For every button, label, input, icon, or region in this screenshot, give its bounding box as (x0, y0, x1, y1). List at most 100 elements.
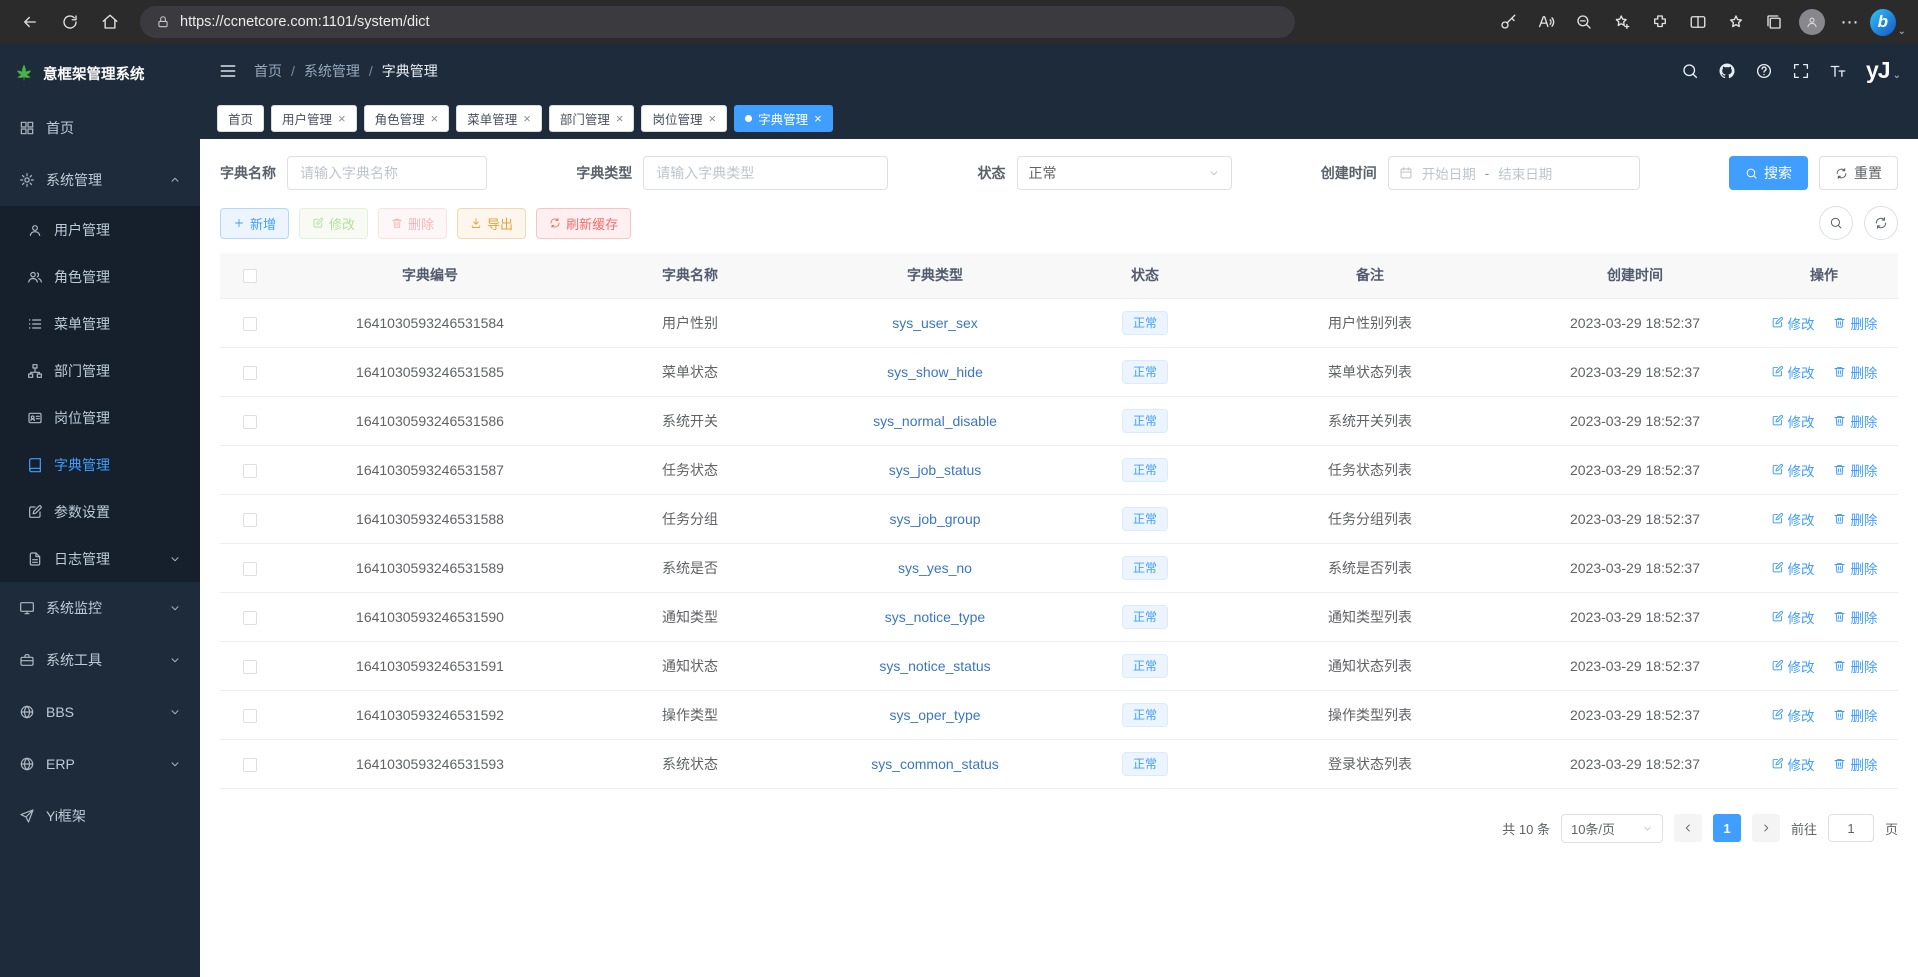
row-edit-button[interactable]: 修改 (1771, 558, 1815, 578)
zoom-button[interactable] (1566, 5, 1602, 39)
close-icon[interactable]: × (708, 112, 716, 125)
split-screen-button[interactable] (1680, 5, 1716, 39)
sidebar-item-menus[interactable]: 菜单管理 (0, 300, 200, 347)
row-delete-button[interactable]: 删除 (1833, 362, 1877, 382)
row-checkbox[interactable] (243, 317, 257, 331)
dict-type-link[interactable]: sys_notice_status (879, 658, 990, 674)
sidebar-item-bbs[interactable]: BBS (0, 686, 200, 738)
user-logo[interactable]: yJ ⌄ (1866, 59, 1900, 82)
tab-roles[interactable]: 角色管理 × (364, 105, 450, 132)
sidebar-item-dictionary[interactable]: 字典管理 (0, 441, 200, 488)
sidebar-item-positions[interactable]: 岗位管理 (0, 394, 200, 441)
favorites-button[interactable] (1718, 5, 1754, 39)
tab-home[interactable]: 首页 (217, 105, 264, 132)
sidebar-item-parameters[interactable]: 参数设置 (0, 488, 200, 535)
add-button[interactable]: 新增 (220, 208, 289, 239)
sidebar-item-yi-framework[interactable]: Yi框架 (0, 790, 200, 842)
tab-departments[interactable]: 部门管理 × (549, 105, 635, 132)
close-icon[interactable]: × (616, 112, 624, 125)
prev-page-button[interactable] (1674, 814, 1702, 842)
row-delete-button[interactable]: 删除 (1833, 656, 1877, 676)
refresh-cache-button[interactable]: 刷新缓存 (536, 208, 631, 239)
github-icon[interactable] (1718, 62, 1736, 80)
dict-type-link[interactable]: sys_yes_no (898, 560, 972, 576)
row-checkbox[interactable] (243, 366, 257, 380)
read-aloud-button[interactable] (1528, 5, 1564, 39)
row-checkbox[interactable] (243, 513, 257, 527)
close-icon[interactable]: × (523, 112, 531, 125)
refresh-button[interactable] (52, 5, 88, 39)
dict-type-link[interactable]: sys_job_status (889, 462, 982, 478)
tab-menus[interactable]: 菜单管理 × (456, 105, 542, 132)
page-size-select[interactable]: 10条/页 (1561, 814, 1663, 843)
sidebar-item-home[interactable]: 首页 (0, 102, 200, 154)
row-checkbox[interactable] (243, 709, 257, 723)
export-button[interactable]: 导出 (457, 208, 526, 239)
settings-more-button[interactable]: ⋯ (1832, 5, 1868, 39)
home-button[interactable] (92, 5, 128, 39)
dict-type-input[interactable] (643, 156, 888, 190)
row-delete-button[interactable]: 删除 (1833, 754, 1877, 774)
password-button[interactable] (1490, 5, 1526, 39)
fullscreen-icon[interactable] (1792, 62, 1810, 80)
dict-type-link[interactable]: sys_user_sex (892, 315, 978, 331)
row-delete-button[interactable]: 删除 (1833, 411, 1877, 431)
refresh-table-button[interactable] (1864, 206, 1898, 240)
row-edit-button[interactable]: 修改 (1771, 705, 1815, 725)
search-button[interactable]: 搜索 (1729, 156, 1808, 190)
hamburger-icon[interactable] (218, 61, 238, 81)
edit-button[interactable]: 修改 (299, 208, 368, 239)
current-page-button[interactable]: 1 (1713, 814, 1741, 842)
goto-page-input[interactable] (1828, 814, 1874, 842)
tab-dictionary[interactable]: 字典管理 × (734, 105, 833, 132)
row-delete-button[interactable]: 删除 (1833, 558, 1877, 578)
extensions-button[interactable] (1642, 5, 1678, 39)
row-checkbox[interactable] (243, 758, 257, 772)
row-delete-button[interactable]: 删除 (1833, 509, 1877, 529)
profile-button[interactable] (1794, 5, 1830, 39)
row-delete-button[interactable]: 删除 (1833, 460, 1877, 480)
font-size-icon[interactable] (1829, 62, 1847, 80)
sidebar-item-tools[interactable]: 系统工具 (0, 634, 200, 686)
copilot-button[interactable]: b ⌄ (1870, 5, 1906, 39)
tab-positions[interactable]: 岗位管理 × (641, 105, 727, 132)
back-button[interactable] (12, 5, 48, 39)
add-favorite-button[interactable] (1604, 5, 1640, 39)
question-icon[interactable] (1755, 62, 1773, 80)
sidebar-item-monitor[interactable]: 系统监控 (0, 582, 200, 634)
row-checkbox[interactable] (243, 415, 257, 429)
row-checkbox[interactable] (243, 660, 257, 674)
row-edit-button[interactable]: 修改 (1771, 509, 1815, 529)
select-all-checkbox[interactable] (243, 269, 257, 283)
toggle-search-button[interactable] (1819, 206, 1853, 240)
sidebar-item-roles[interactable]: 角色管理 (0, 253, 200, 300)
delete-button[interactable]: 删除 (378, 208, 447, 239)
close-icon[interactable]: × (431, 112, 439, 125)
breadcrumb-home[interactable]: 首页 (254, 61, 282, 81)
row-edit-button[interactable]: 修改 (1771, 656, 1815, 676)
reset-button[interactable]: 重置 (1819, 156, 1898, 190)
row-edit-button[interactable]: 修改 (1771, 460, 1815, 480)
dict-type-link[interactable]: sys_show_hide (887, 364, 983, 380)
row-edit-button[interactable]: 修改 (1771, 313, 1815, 333)
row-edit-button[interactable]: 修改 (1771, 607, 1815, 627)
dict-type-link[interactable]: sys_normal_disable (873, 413, 997, 429)
sidebar-item-departments[interactable]: 部门管理 (0, 347, 200, 394)
sidebar-item-erp[interactable]: ERP (0, 738, 200, 790)
row-edit-button[interactable]: 修改 (1771, 754, 1815, 774)
search-icon[interactable] (1681, 62, 1699, 80)
breadcrumb-system[interactable]: 系统管理 (304, 61, 360, 81)
status-select[interactable]: 正常 (1017, 156, 1232, 190)
row-delete-button[interactable]: 删除 (1833, 313, 1877, 333)
row-edit-button[interactable]: 修改 (1771, 411, 1815, 431)
row-delete-button[interactable]: 删除 (1833, 705, 1877, 725)
dict-type-link[interactable]: sys_job_group (889, 511, 980, 527)
row-checkbox[interactable] (243, 611, 257, 625)
dict-type-link[interactable]: sys_common_status (871, 756, 999, 772)
row-edit-button[interactable]: 修改 (1771, 362, 1815, 382)
sidebar-item-logs[interactable]: 日志管理 (0, 535, 200, 582)
dict-name-input[interactable] (287, 156, 487, 190)
dict-type-link[interactable]: sys_oper_type (889, 707, 980, 723)
row-delete-button[interactable]: 删除 (1833, 607, 1877, 627)
row-checkbox[interactable] (243, 562, 257, 576)
